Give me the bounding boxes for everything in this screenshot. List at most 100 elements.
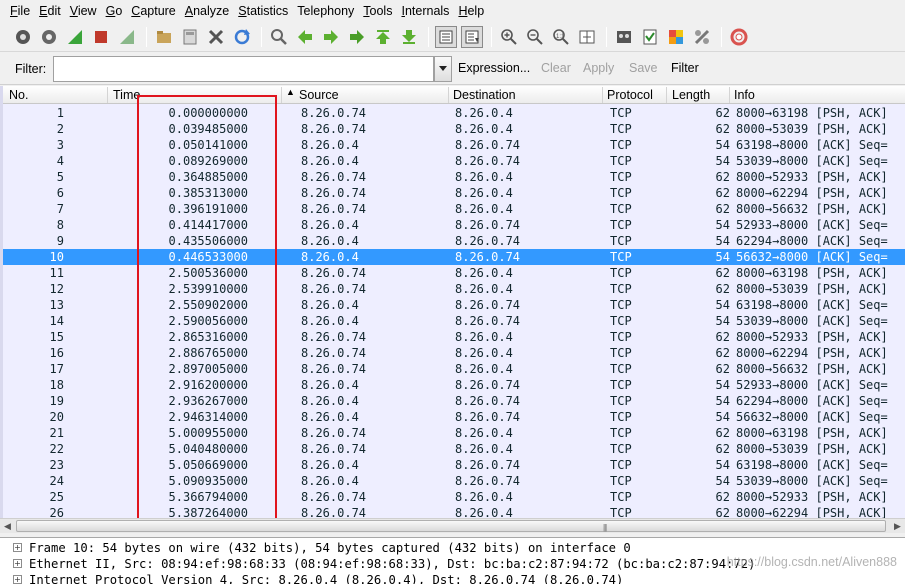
- packet-cell-len: 62: [715, 106, 730, 120]
- detail-row-ipv4[interactable]: + Internet Protocol Version 4, Src: 8.26…: [0, 572, 905, 584]
- packet-row[interactable]: 24 5.090935000 8.26.0.4 8.26.0.74 TCP 54 53039…: [0, 473, 905, 489]
- display-filters-button[interactable]: [639, 26, 661, 48]
- close-file-button[interactable]: [205, 26, 227, 48]
- first-packet-button[interactable]: [372, 26, 394, 48]
- horizontal-scrollbar[interactable]: ◀ ||| ▶: [0, 518, 905, 533]
- preferences-button[interactable]: [691, 26, 713, 48]
- help-button[interactable]: [728, 26, 750, 48]
- packet-row[interactable]: 16 2.886765000 8.26.0.74 8.26.0.4 TCP 62 8000→…: [0, 345, 905, 361]
- expand-icon[interactable]: +: [13, 575, 22, 584]
- packet-row[interactable]: 8 0.414417000 8.26.0.4 8.26.0.74 TCP 54 52933→…: [0, 217, 905, 233]
- colorize-button[interactable]: [435, 25, 457, 48]
- interfaces-button[interactable]: [12, 26, 34, 48]
- save-file-button[interactable]: [179, 26, 201, 48]
- expand-icon[interactable]: +: [13, 543, 22, 552]
- menu-statistics[interactable]: Statistics: [238, 4, 288, 18]
- packet-row[interactable]: 13 2.550902000 8.26.0.4 8.26.0.74 TCP 54 63198…: [0, 297, 905, 313]
- menu-analyze[interactable]: Analyze: [185, 4, 229, 18]
- menu-help[interactable]: Help: [458, 4, 484, 18]
- detail-row-frame[interactable]: + Frame 10: 54 bytes on wire (432 bits),…: [0, 540, 905, 556]
- scroll-right-icon[interactable]: ▶: [890, 519, 905, 533]
- find-icon: [271, 28, 287, 45]
- packet-row[interactable]: 25 5.366794000 8.26.0.74 8.26.0.4 TCP 62 8000→…: [0, 489, 905, 505]
- coloring-rules-button[interactable]: [665, 26, 687, 48]
- menu-capture[interactable]: Capture: [131, 4, 175, 18]
- resize-columns-button[interactable]: [576, 26, 598, 48]
- last-packet-button[interactable]: [398, 26, 420, 48]
- menu-telephony[interactable]: Telephony: [297, 4, 354, 18]
- packet-list[interactable]: No. Time ▲ Source Destination Protocol L…: [0, 86, 905, 518]
- menu-view[interactable]: View: [70, 4, 97, 18]
- packet-row[interactable]: 18 2.916200000 8.26.0.4 8.26.0.74 TCP 54 52933…: [0, 377, 905, 393]
- expression-button[interactable]: Expression...: [458, 61, 530, 75]
- reload-button[interactable]: [231, 26, 253, 48]
- zoom-in-button[interactable]: [498, 26, 520, 48]
- packet-cell-len: 62: [715, 170, 730, 184]
- packet-row[interactable]: 7 0.396191000 8.26.0.74 8.26.0.4 TCP 62 8000→5…: [0, 201, 905, 217]
- zoom-normal-button[interactable]: 1:1: [550, 26, 572, 48]
- column-header-protocol[interactable]: Protocol: [607, 88, 653, 102]
- packet-row[interactable]: 19 2.936267000 8.26.0.4 8.26.0.74 TCP 54 62294…: [0, 393, 905, 409]
- find-button[interactable]: [268, 26, 290, 48]
- packet-row[interactable]: 14 2.590056000 8.26.0.4 8.26.0.74 TCP 54 53039…: [0, 313, 905, 329]
- zoom-out-button[interactable]: [524, 26, 546, 48]
- packet-row[interactable]: 15 2.865316000 8.26.0.74 8.26.0.4 TCP 62 8000→…: [0, 329, 905, 345]
- packet-cell-src: 8.26.0.74: [301, 282, 367, 296]
- packet-row[interactable]: 5 0.364885000 8.26.0.74 8.26.0.4 TCP 62 8000→5…: [0, 169, 905, 185]
- packet-row[interactable]: 26 5.387264000 8.26.0.74 8.26.0.4 TCP 62 8000→…: [0, 505, 905, 518]
- clear-button[interactable]: Clear: [541, 61, 571, 75]
- menu-file[interactable]: File: [10, 4, 30, 18]
- column-header-info[interactable]: Info: [734, 88, 755, 102]
- packet-row[interactable]: 6 0.385313000 8.26.0.74 8.26.0.4 TCP 62 8000→6…: [0, 185, 905, 201]
- column-header-source[interactable]: Source: [299, 88, 339, 102]
- packet-row[interactable]: 4 0.089269000 8.26.0.4 8.26.0.74 TCP 54 53039→…: [0, 153, 905, 169]
- menu-internals[interactable]: Internals: [401, 4, 449, 18]
- packet-row[interactable]: 22 5.040480000 8.26.0.74 8.26.0.4 TCP 62 8000→…: [0, 441, 905, 457]
- packet-cell-src: 8.26.0.4: [301, 394, 359, 408]
- packet-row[interactable]: 10 0.446533000 8.26.0.4 8.26.0.74 TCP 54 56632…: [0, 249, 905, 265]
- menu-go[interactable]: Go: [106, 4, 123, 18]
- packet-cell-src: 8.26.0.74: [301, 362, 367, 376]
- restart-capture-button[interactable]: [116, 26, 138, 48]
- save-button[interactable]: Save: [629, 61, 658, 75]
- column-header-no[interactable]: No.: [9, 88, 28, 102]
- packet-cell-src: 8.26.0.4: [301, 458, 359, 472]
- packet-row[interactable]: 17 2.897005000 8.26.0.74 8.26.0.4 TCP 62 8000→…: [0, 361, 905, 377]
- forward-button[interactable]: [320, 26, 342, 48]
- capture-filters-button[interactable]: [613, 26, 635, 48]
- go-to-button[interactable]: [346, 26, 368, 48]
- stop-capture-button[interactable]: [90, 26, 112, 48]
- column-header-length[interactable]: Length: [672, 88, 710, 102]
- packet-row[interactable]: 2 0.039485000 8.26.0.74 8.26.0.4 TCP 62 8000→5…: [0, 121, 905, 137]
- packet-row[interactable]: 20 2.946314000 8.26.0.4 8.26.0.74 TCP 54 56632…: [0, 409, 905, 425]
- open-file-button[interactable]: [153, 26, 175, 48]
- packet-row[interactable]: 21 5.000955000 8.26.0.74 8.26.0.4 TCP 62 8000→…: [0, 425, 905, 441]
- svg-text:1:1: 1:1: [556, 34, 565, 40]
- packet-row[interactable]: 3 0.050141000 8.26.0.4 8.26.0.74 TCP 54 63198→…: [0, 137, 905, 153]
- filter-input[interactable]: [53, 56, 434, 82]
- start-capture-button[interactable]: [64, 26, 86, 48]
- options-button[interactable]: [38, 26, 60, 48]
- packet-cell-info: 52933→8000 [ACK] Seq=: [736, 378, 888, 392]
- packet-row[interactable]: 23 5.050669000 8.26.0.4 8.26.0.74 TCP 54 63198…: [0, 457, 905, 473]
- packet-row[interactable]: 9 0.435506000 8.26.0.4 8.26.0.74 TCP 54 62294→…: [0, 233, 905, 249]
- filter-button[interactable]: Filter: [671, 61, 699, 75]
- packet-row[interactable]: 1 0.000000000 8.26.0.74 8.26.0.4 TCP 62 8000→6…: [0, 105, 905, 121]
- back-button[interactable]: [294, 26, 316, 48]
- scroll-left-icon[interactable]: ◀: [0, 519, 15, 533]
- packet-row[interactable]: 11 2.500536000 8.26.0.74 8.26.0.4 TCP 62 8000→…: [0, 265, 905, 281]
- menu-tools[interactable]: Tools: [363, 4, 392, 18]
- packet-cell-len: 54: [715, 218, 730, 232]
- column-header-destination[interactable]: Destination: [453, 88, 516, 102]
- expand-icon[interactable]: +: [13, 559, 22, 568]
- apply-button[interactable]: Apply: [583, 61, 614, 75]
- packet-row[interactable]: 12 2.539910000 8.26.0.74 8.26.0.4 TCP 62 8000→…: [0, 281, 905, 297]
- packet-cell-info: 8000→52933 [PSH, ACK]: [736, 490, 888, 504]
- column-header-time[interactable]: Time: [113, 88, 140, 102]
- packet-cell-len: 62: [715, 362, 730, 376]
- menu-edit[interactable]: Edit: [39, 4, 61, 18]
- scrollbar-thumb[interactable]: |||: [16, 520, 886, 532]
- packet-cell-proto: TCP: [610, 202, 632, 216]
- autoscroll-button[interactable]: [461, 25, 483, 48]
- filter-dropdown-button[interactable]: [434, 56, 452, 82]
